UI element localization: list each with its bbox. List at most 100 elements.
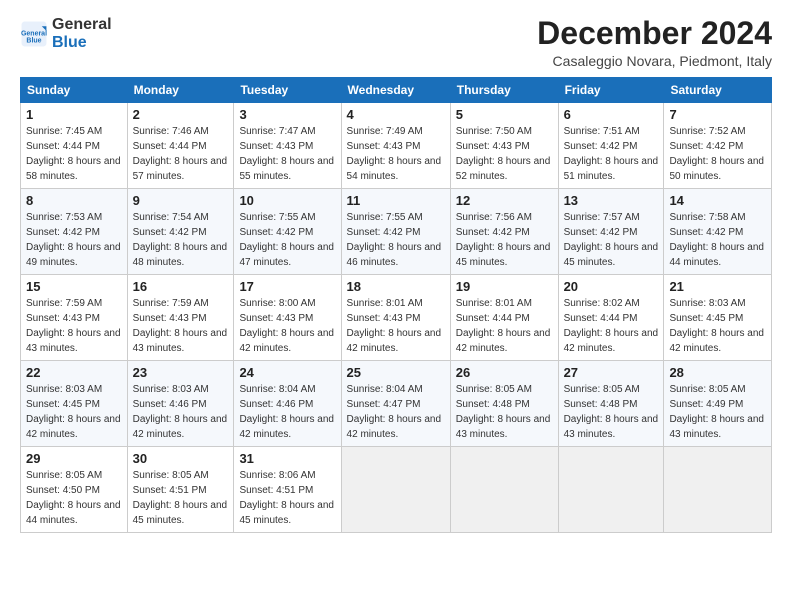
sunset-label: Sunset: 4:51 PM — [239, 485, 313, 496]
sunset-label: Sunset: 4:44 PM — [456, 313, 530, 324]
day-info: Sunrise: 7:55 AM Sunset: 4:42 PM Dayligh… — [347, 210, 445, 270]
sunrise-label: Sunrise: 8:03 AM — [26, 384, 102, 395]
day-info: Sunrise: 7:56 AM Sunset: 4:42 PM Dayligh… — [456, 210, 553, 270]
daylight-label: Daylight: 8 hours and 52 minutes. — [456, 156, 551, 182]
day-info: Sunrise: 8:04 AM Sunset: 4:47 PM Dayligh… — [347, 382, 445, 442]
daylight-label: Daylight: 8 hours and 45 minutes. — [456, 242, 551, 268]
day-info: Sunrise: 8:05 AM Sunset: 4:51 PM Dayligh… — [133, 468, 229, 528]
daylight-label: Daylight: 8 hours and 43 minutes. — [133, 328, 228, 354]
weekday-header-tuesday: Tuesday — [234, 78, 341, 103]
sunset-label: Sunset: 4:46 PM — [239, 399, 313, 410]
day-number: 5 — [456, 107, 553, 122]
day-info: Sunrise: 7:53 AM Sunset: 4:42 PM Dayligh… — [26, 210, 122, 270]
day-info: Sunrise: 8:05 AM Sunset: 4:48 PM Dayligh… — [564, 382, 659, 442]
daylight-label: Daylight: 8 hours and 58 minutes. — [26, 156, 121, 182]
calendar-cell: 4 Sunrise: 7:49 AM Sunset: 4:43 PM Dayli… — [341, 103, 450, 189]
daylight-label: Daylight: 8 hours and 47 minutes. — [239, 242, 334, 268]
daylight-label: Daylight: 8 hours and 45 minutes. — [564, 242, 659, 268]
day-info: Sunrise: 7:55 AM Sunset: 4:42 PM Dayligh… — [239, 210, 335, 270]
logo: General Blue General Blue — [20, 16, 112, 51]
sunrise-label: Sunrise: 8:04 AM — [239, 384, 315, 395]
day-info: Sunrise: 7:51 AM Sunset: 4:42 PM Dayligh… — [564, 124, 659, 184]
day-number: 7 — [669, 107, 766, 122]
day-info: Sunrise: 8:05 AM Sunset: 4:50 PM Dayligh… — [26, 468, 122, 528]
sunset-label: Sunset: 4:43 PM — [456, 141, 530, 152]
day-info: Sunrise: 8:05 AM Sunset: 4:48 PM Dayligh… — [456, 382, 553, 442]
sunrise-label: Sunrise: 7:59 AM — [26, 298, 102, 309]
calendar-cell: 6 Sunrise: 7:51 AM Sunset: 4:42 PM Dayli… — [558, 103, 664, 189]
day-info: Sunrise: 7:58 AM Sunset: 4:42 PM Dayligh… — [669, 210, 766, 270]
calendar-cell: 1 Sunrise: 7:45 AM Sunset: 4:44 PM Dayli… — [21, 103, 128, 189]
sunrise-label: Sunrise: 7:58 AM — [669, 212, 745, 223]
sunset-label: Sunset: 4:43 PM — [239, 141, 313, 152]
day-info: Sunrise: 8:06 AM Sunset: 4:51 PM Dayligh… — [239, 468, 335, 528]
sunset-label: Sunset: 4:42 PM — [669, 141, 743, 152]
sunrise-label: Sunrise: 8:05 AM — [26, 470, 102, 481]
day-number: 10 — [239, 193, 335, 208]
calendar-week-row: 22 Sunrise: 8:03 AM Sunset: 4:45 PM Dayl… — [21, 361, 772, 447]
day-number: 13 — [564, 193, 659, 208]
calendar-week-row: 1 Sunrise: 7:45 AM Sunset: 4:44 PM Dayli… — [21, 103, 772, 189]
daylight-label: Daylight: 8 hours and 42 minutes. — [564, 328, 659, 354]
daylight-label: Daylight: 8 hours and 43 minutes. — [669, 414, 764, 440]
day-info: Sunrise: 8:03 AM Sunset: 4:46 PM Dayligh… — [133, 382, 229, 442]
sunset-label: Sunset: 4:50 PM — [26, 485, 100, 496]
sunrise-label: Sunrise: 8:03 AM — [133, 384, 209, 395]
calendar-page: General Blue General Blue December 2024 … — [0, 0, 792, 612]
sunset-label: Sunset: 4:49 PM — [669, 399, 743, 410]
day-number: 23 — [133, 365, 229, 380]
daylight-label: Daylight: 8 hours and 42 minutes. — [347, 414, 442, 440]
calendar-cell — [558, 447, 664, 533]
sunset-label: Sunset: 4:43 PM — [239, 313, 313, 324]
day-number: 15 — [26, 279, 122, 294]
calendar-cell: 24 Sunrise: 8:04 AM Sunset: 4:46 PM Dayl… — [234, 361, 341, 447]
daylight-label: Daylight: 8 hours and 42 minutes. — [456, 328, 551, 354]
calendar-cell: 18 Sunrise: 8:01 AM Sunset: 4:43 PM Dayl… — [341, 275, 450, 361]
daylight-label: Daylight: 8 hours and 42 minutes. — [239, 328, 334, 354]
daylight-label: Daylight: 8 hours and 44 minutes. — [669, 242, 764, 268]
calendar-cell: 31 Sunrise: 8:06 AM Sunset: 4:51 PM Dayl… — [234, 447, 341, 533]
sunrise-label: Sunrise: 8:01 AM — [347, 298, 423, 309]
day-info: Sunrise: 8:03 AM Sunset: 4:45 PM Dayligh… — [669, 296, 766, 356]
sunset-label: Sunset: 4:42 PM — [669, 227, 743, 238]
daylight-label: Daylight: 8 hours and 51 minutes. — [564, 156, 659, 182]
sunrise-label: Sunrise: 8:06 AM — [239, 470, 315, 481]
day-number: 31 — [239, 451, 335, 466]
daylight-label: Daylight: 8 hours and 45 minutes. — [133, 500, 228, 526]
sunrise-label: Sunrise: 7:55 AM — [239, 212, 315, 223]
sunset-label: Sunset: 4:42 PM — [564, 141, 638, 152]
daylight-label: Daylight: 8 hours and 43 minutes. — [564, 414, 659, 440]
calendar-cell: 12 Sunrise: 7:56 AM Sunset: 4:42 PM Dayl… — [450, 189, 558, 275]
sunrise-label: Sunrise: 8:02 AM — [564, 298, 640, 309]
day-info: Sunrise: 8:02 AM Sunset: 4:44 PM Dayligh… — [564, 296, 659, 356]
day-number: 2 — [133, 107, 229, 122]
calendar-cell: 3 Sunrise: 7:47 AM Sunset: 4:43 PM Dayli… — [234, 103, 341, 189]
calendar-cell: 8 Sunrise: 7:53 AM Sunset: 4:42 PM Dayli… — [21, 189, 128, 275]
weekday-header-thursday: Thursday — [450, 78, 558, 103]
day-info: Sunrise: 7:46 AM Sunset: 4:44 PM Dayligh… — [133, 124, 229, 184]
daylight-label: Daylight: 8 hours and 42 minutes. — [239, 414, 334, 440]
weekday-header-wednesday: Wednesday — [341, 78, 450, 103]
logo-icon: General Blue — [20, 20, 48, 48]
day-number: 21 — [669, 279, 766, 294]
calendar-cell — [664, 447, 772, 533]
sunset-label: Sunset: 4:47 PM — [347, 399, 421, 410]
daylight-label: Daylight: 8 hours and 43 minutes. — [456, 414, 551, 440]
weekday-header-sunday: Sunday — [21, 78, 128, 103]
sunrise-label: Sunrise: 7:45 AM — [26, 126, 102, 137]
daylight-label: Daylight: 8 hours and 42 minutes. — [133, 414, 228, 440]
sunset-label: Sunset: 4:43 PM — [347, 141, 421, 152]
daylight-label: Daylight: 8 hours and 49 minutes. — [26, 242, 121, 268]
daylight-label: Daylight: 8 hours and 48 minutes. — [133, 242, 228, 268]
sunset-label: Sunset: 4:48 PM — [456, 399, 530, 410]
daylight-label: Daylight: 8 hours and 43 minutes. — [26, 328, 121, 354]
day-number: 26 — [456, 365, 553, 380]
page-header: General Blue General Blue December 2024 … — [20, 16, 772, 69]
sunrise-label: Sunrise: 8:03 AM — [669, 298, 745, 309]
day-info: Sunrise: 7:57 AM Sunset: 4:42 PM Dayligh… — [564, 210, 659, 270]
daylight-label: Daylight: 8 hours and 42 minutes. — [669, 328, 764, 354]
day-number: 11 — [347, 193, 445, 208]
day-number: 9 — [133, 193, 229, 208]
sunset-label: Sunset: 4:43 PM — [26, 313, 100, 324]
sunrise-label: Sunrise: 7:56 AM — [456, 212, 532, 223]
